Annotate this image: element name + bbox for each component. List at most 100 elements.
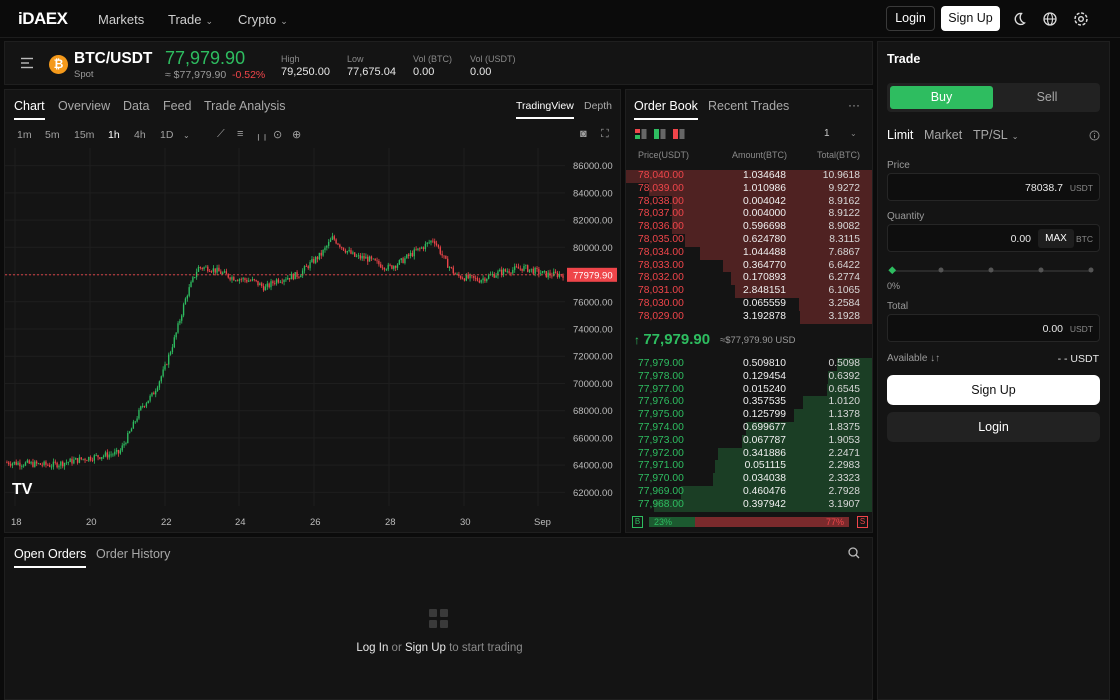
chevron-down-icon[interactable]: ⌄	[183, 131, 190, 140]
tab-open-orders[interactable]: Open Orders	[14, 547, 87, 568]
order-type-market[interactable]: Market	[924, 128, 962, 142]
ask-amount: 3.192878	[743, 310, 786, 322]
chevron-down-icon[interactable]: ⌄	[850, 129, 857, 138]
signup-link[interactable]: Sign Up	[405, 642, 446, 654]
ask-row[interactable]: 78,029.00 3.192878 3.1928	[626, 310, 872, 324]
tab-chart[interactable]: Chart	[14, 99, 45, 120]
book-bids-icon[interactable]	[654, 129, 666, 140]
fullscreen-icon[interactable]: ⛶	[601, 128, 609, 141]
brand-logo[interactable]: iDAEX	[18, 9, 68, 29]
bid-row[interactable]: 77,968.00 0.397942 3.1907	[626, 498, 872, 512]
bid-total: 0.6392	[828, 370, 861, 382]
ask-row[interactable]: 78,039.00 1.010986 9.9272	[626, 182, 872, 196]
y-tick-label: 68000.00	[573, 406, 613, 417]
stat-vol-usdt-value: 0.00	[470, 66, 492, 78]
tab-order-book[interactable]: Order Book	[634, 99, 698, 120]
candle-body	[52, 461, 55, 467]
bid-row[interactable]: 77,978.00 0.129454 0.6392	[626, 370, 872, 384]
book-asks-icon[interactable]	[673, 129, 685, 140]
bid-row[interactable]: 77,970.00 0.034038 2.3323	[626, 473, 872, 486]
login-link[interactable]: Log In	[356, 642, 388, 654]
gear-icon[interactable]	[1073, 11, 1089, 27]
ask-row[interactable]: 78,032.00 0.170893 6.2774	[626, 272, 872, 286]
tab-tradingview[interactable]: TradingView	[516, 100, 574, 119]
trade-signup-button[interactable]: Sign Up	[887, 375, 1100, 405]
price-chart[interactable]: 86000.0084000.0082000.0080000.0078000.00…	[5, 148, 620, 532]
quantity-input[interactable]: 0.00 MAX BTC	[887, 224, 1100, 252]
candle-type-icon[interactable]: ╷╷	[255, 128, 268, 141]
ask-amount: 0.596698	[743, 221, 786, 233]
interval-15m[interactable]: 15m	[74, 129, 94, 141]
info-icon[interactable]	[1089, 130, 1100, 141]
study-icon[interactable]: ≡	[237, 128, 243, 140]
candle-body	[54, 461, 56, 463]
nav-crypto[interactable]: Crypto ⌄	[238, 12, 288, 27]
indicator-icon[interactable]: ⟋	[217, 128, 225, 141]
total-input[interactable]: 0.00 USDT	[887, 314, 1100, 342]
bid-row[interactable]: 77,979.00 0.509810 0.5098	[626, 358, 872, 371]
bid-row[interactable]: 77,977.00 0.015240 0.6545	[626, 383, 872, 397]
interval-1h[interactable]: 1h	[108, 129, 120, 141]
bid-row[interactable]: 77,969.00 0.460476 2.7928	[626, 486, 872, 499]
tab-depth[interactable]: Depth	[584, 100, 612, 112]
tab-data[interactable]: Data	[123, 99, 149, 113]
price-input[interactable]: 78038.7 USDT	[887, 173, 1100, 201]
globe-icon[interactable]	[1042, 11, 1058, 27]
signup-button[interactable]: Sign Up	[941, 6, 1000, 31]
bid-row[interactable]: 77,972.00 0.341886 2.2471	[626, 447, 872, 461]
add-icon[interactable]: ⊕	[292, 128, 301, 141]
target-icon[interactable]: ⊙	[273, 128, 282, 141]
precision-select[interactable]: 1	[824, 128, 830, 139]
bid-row[interactable]: 77,973.00 0.067787 1.9053	[626, 434, 872, 448]
bid-row[interactable]: 77,974.00 0.699677 1.8375	[626, 422, 872, 435]
bid-row[interactable]: 77,971.00 0.051115 2.2983	[626, 460, 872, 474]
candle-body	[478, 280, 480, 283]
max-button[interactable]: MAX	[1038, 229, 1074, 248]
candle-body	[434, 241, 436, 244]
interval-5m[interactable]: 5m	[45, 129, 60, 141]
moon-icon[interactable]	[1011, 11, 1027, 27]
nav-markets[interactable]: Markets	[98, 12, 144, 27]
ask-row[interactable]: 78,034.00 1.044488 7.6867	[626, 246, 872, 260]
sell-tab[interactable]: Sell	[997, 86, 1097, 109]
ask-row[interactable]: 78,030.00 0.065559 3.2584	[626, 298, 872, 311]
buy-tab[interactable]: Buy	[890, 86, 993, 109]
candle-body	[104, 452, 107, 456]
candle-body	[274, 283, 276, 285]
ask-row[interactable]: 78,038.00 0.004042 8.9162	[626, 195, 872, 209]
interval-1m[interactable]: 1m	[17, 129, 32, 141]
bid-price: 77,977.00	[638, 383, 684, 395]
nav-trade[interactable]: Trade ⌄	[168, 12, 213, 27]
ask-row[interactable]: 78,035.00 0.624780 8.3115	[626, 234, 872, 247]
slider-handle[interactable]	[888, 266, 898, 276]
interval-1d[interactable]: 1D	[160, 129, 173, 141]
candle-body	[192, 277, 194, 282]
book-both-icon[interactable]	[635, 129, 647, 140]
candle-body	[562, 275, 564, 278]
tab-trade-analysis[interactable]: Trade Analysis	[204, 99, 286, 113]
ask-row[interactable]: 78,031.00 2.848151 6.1065	[626, 285, 872, 298]
order-type-limit[interactable]: Limit	[887, 128, 913, 142]
trade-login-button[interactable]: Login	[887, 412, 1100, 442]
search-icon[interactable]	[848, 547, 860, 559]
login-button[interactable]: Login	[886, 6, 935, 31]
ask-row[interactable]: 78,040.00 1.034648 10.9618	[626, 170, 872, 183]
ask-row[interactable]: 78,033.00 0.364770 6.6422	[626, 259, 872, 273]
tab-feed[interactable]: Feed	[163, 99, 192, 113]
candle-body	[327, 241, 330, 246]
candle-body	[261, 283, 263, 287]
ask-row[interactable]: 78,036.00 0.596698 8.9082	[626, 221, 872, 234]
order-type-tpsl[interactable]: TP/SL ⌄	[973, 128, 1018, 142]
camera-icon[interactable]: ◙	[580, 128, 587, 140]
candle-body	[361, 255, 363, 259]
menu-icon[interactable]	[21, 57, 35, 69]
interval-4h[interactable]: 4h	[134, 129, 146, 141]
tab-order-history[interactable]: Order History	[96, 547, 170, 561]
ask-row[interactable]: 78,037.00 0.004000 8.9122	[626, 208, 872, 222]
bid-row[interactable]: 77,975.00 0.125799 1.1378	[626, 409, 872, 422]
bid-row[interactable]: 77,976.00 0.357535 1.0120	[626, 396, 872, 410]
pair-name[interactable]: BTC/USDT	[74, 50, 152, 68]
tab-recent-trades[interactable]: Recent Trades	[708, 99, 789, 113]
more-icon[interactable]: ···	[848, 98, 860, 112]
tab-overview[interactable]: Overview	[58, 99, 110, 113]
